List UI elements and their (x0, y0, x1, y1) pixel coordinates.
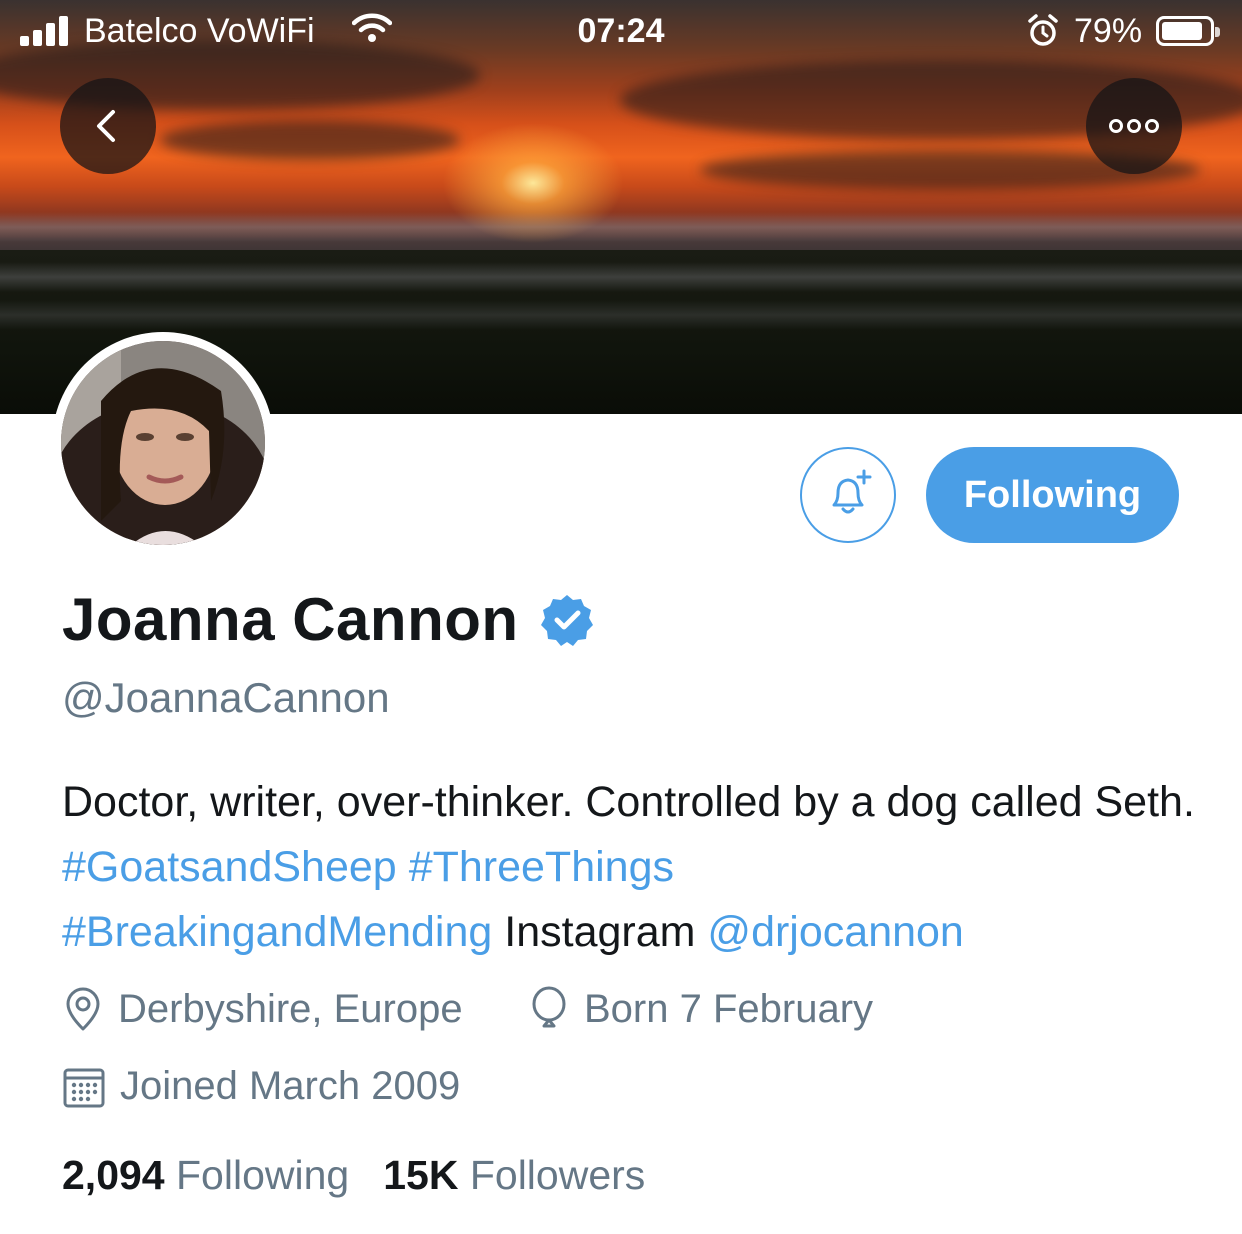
profile-birthday: Born 7 February (528, 986, 873, 1032)
location-text: Derbyshire, Europe (118, 986, 463, 1031)
following-label: Following (176, 1152, 350, 1198)
hashtag-link-threethings[interactable]: #ThreeThings (409, 843, 674, 891)
bio-text: Instagram (492, 908, 708, 956)
alarm-clock-icon (1028, 14, 1058, 46)
hashtag-link-goatsandsheep[interactable]: #GoatsandSheep (62, 843, 397, 891)
hashtag-link-breakingandmending[interactable]: #BreakingandMending (62, 908, 492, 956)
chevron-left-icon (97, 110, 115, 142)
followers-count: 15K (383, 1152, 459, 1198)
profile-location: Derbyshire, Europe (62, 986, 463, 1032)
following-count: 2,094 (62, 1152, 165, 1198)
bell-plus-icon (832, 469, 872, 514)
battery-percent: 79% (1074, 12, 1143, 50)
status-bar: Batelco VoWiFi 07:24 79% (0, 0, 1242, 62)
calendar-icon (63, 1068, 105, 1107)
balloon-icon (532, 986, 566, 1028)
notifications-button[interactable] (800, 447, 896, 543)
profile-avatar[interactable] (52, 332, 274, 554)
back-button[interactable] (60, 78, 156, 174)
verified-badge-icon (540, 594, 593, 646)
battery-icon (1156, 16, 1220, 46)
bio-text (397, 843, 409, 891)
profile-name: Joanna Cannon (62, 586, 519, 653)
birthday-text: Born 7 February (584, 986, 874, 1031)
profile-handle: @JoannaCannon (62, 674, 390, 721)
followers-label: Followers (469, 1152, 646, 1198)
profile-bio: Doctor, writer, over-thinker. Controlled… (62, 770, 1202, 965)
joined-text: Joined March 2009 (120, 1064, 461, 1108)
bio-text: Doctor, writer, over-thinker. Controlled… (62, 778, 1195, 826)
following-button[interactable]: Following (926, 447, 1179, 543)
more-dots-icon (1109, 119, 1159, 133)
avatar-photo (61, 341, 265, 545)
profile-joined: Joined March 2009 (62, 1064, 460, 1109)
following-count-link[interactable]: 2,094 Following (62, 1152, 349, 1198)
followers-count-link[interactable]: 15K Followers (383, 1152, 645, 1198)
more-options-button[interactable] (1086, 78, 1182, 174)
profile-name-row: Joanna Cannon (62, 585, 595, 654)
follow-counts: 2,094 Following 15K Followers (62, 1152, 645, 1199)
mention-link-drjocannon[interactable]: @drjocannon (707, 908, 963, 956)
location-pin-icon (66, 987, 100, 1031)
